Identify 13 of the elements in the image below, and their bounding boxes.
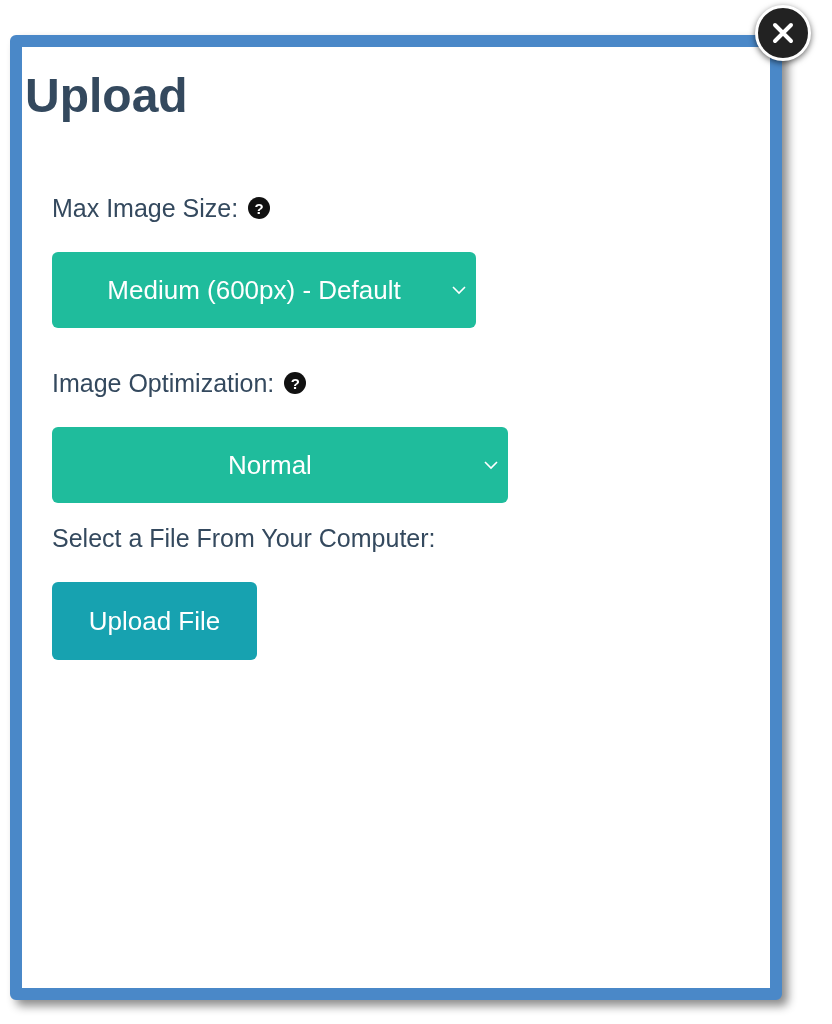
dropdown[interactable]: Normal	[52, 427, 508, 503]
dialog-title: Upload	[25, 68, 189, 124]
field-label: Max Image Size:	[52, 193, 239, 223]
field-label: Select a File From Your Computer:	[52, 523, 436, 553]
field-label: Image Optimization:	[52, 368, 275, 398]
close-button[interactable]	[755, 5, 811, 61]
caret-icon	[452, 286, 466, 295]
close-icon	[772, 22, 794, 44]
caret-icon	[484, 461, 498, 470]
upload-button[interactable]: Upload File	[52, 582, 257, 660]
dropdown[interactable]: Medium (600px) - Default	[52, 252, 476, 328]
help-icon[interactable]: ?	[284, 372, 307, 394]
help-icon[interactable]: ?	[248, 197, 271, 219]
